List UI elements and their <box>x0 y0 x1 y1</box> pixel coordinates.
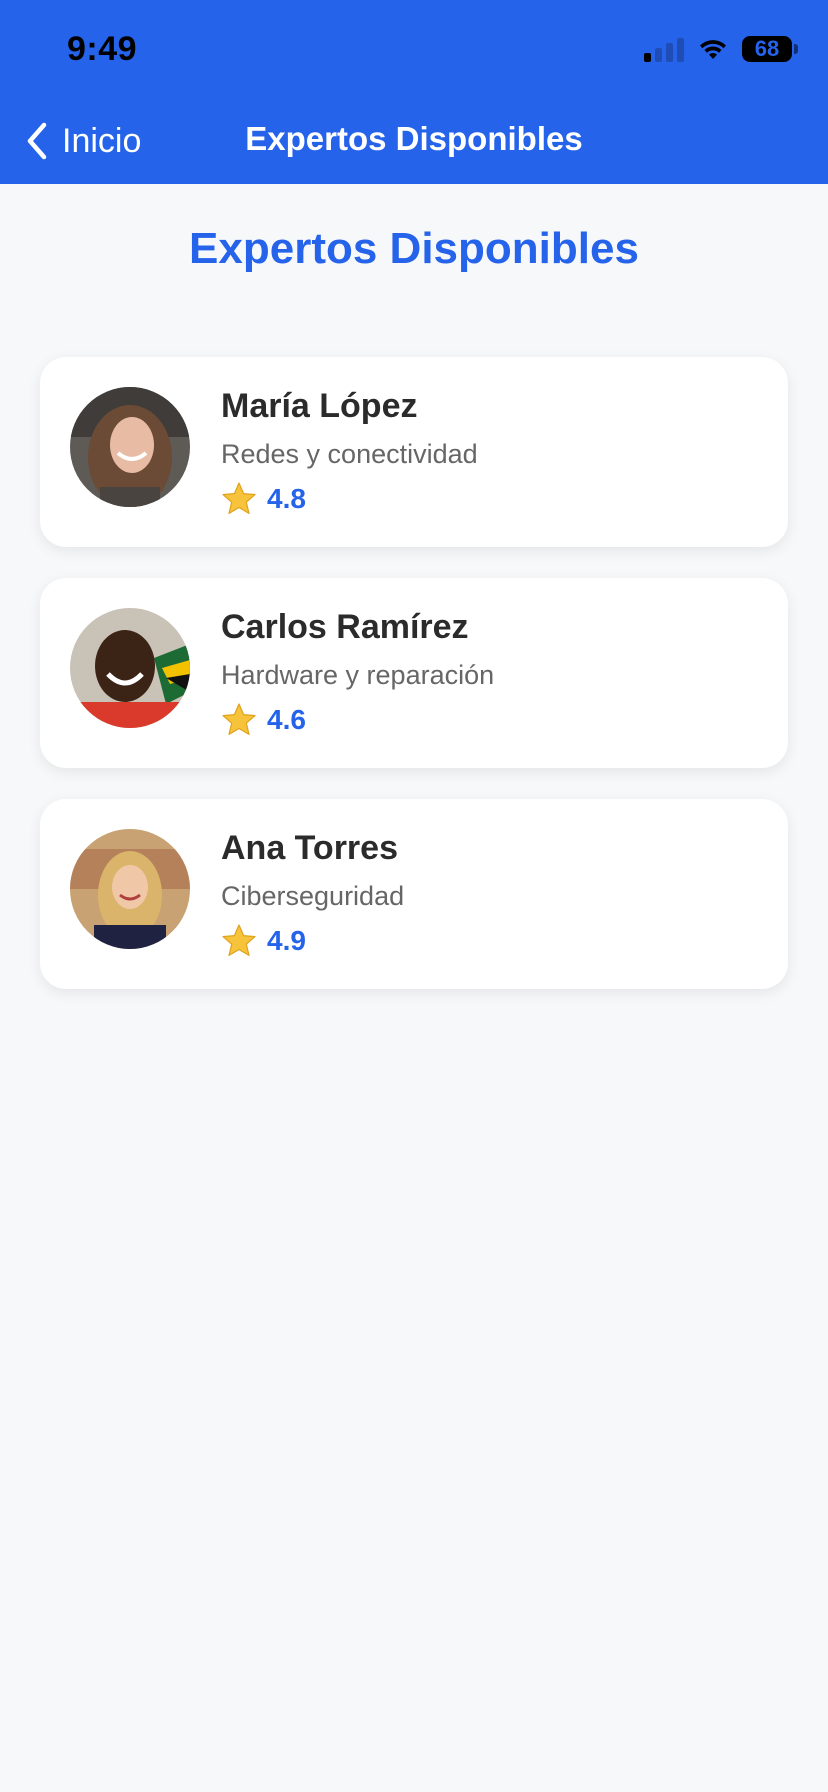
expert-card[interactable]: Carlos Ramírez Hardware y reparación 4.6 <box>40 578 788 768</box>
experts-list: María López Redes y conectividad 4.8 Car… <box>40 357 788 1020</box>
status-indicators: 68 <box>644 34 798 64</box>
avatar <box>70 829 190 949</box>
avatar <box>70 608 190 728</box>
avatar <box>70 387 190 507</box>
expert-name: María López <box>221 387 418 425</box>
star-icon <box>222 482 256 514</box>
expert-rating: 4.9 <box>221 923 306 959</box>
cellular-signal-icon <box>644 36 684 62</box>
expert-card[interactable]: Ana Torres Ciberseguridad 4.9 <box>40 799 788 989</box>
expert-name: Ana Torres <box>221 829 398 867</box>
top-bar: 9:49 68 Inicio Expertos Disponibles <box>0 0 828 184</box>
expert-rating: 4.8 <box>221 481 306 517</box>
expert-name: Carlos Ramírez <box>221 608 469 646</box>
nav-title-text: Expertos Disponibles <box>245 120 583 157</box>
wifi-icon <box>700 40 726 59</box>
battery-icon: 68 <box>742 36 798 62</box>
nav-title: Expertos Disponibles <box>0 120 828 158</box>
star-icon <box>222 924 256 956</box>
battery-level: 68 <box>754 36 780 61</box>
page-title: Expertos Disponibles <box>189 224 639 273</box>
rating-value: 4.6 <box>267 704 306 735</box>
expert-specialty: Redes y conectividad <box>221 439 478 469</box>
status-time: 9:49 <box>67 30 138 68</box>
expert-rating: 4.6 <box>221 702 306 738</box>
expert-specialty: Ciberseguridad <box>221 881 405 911</box>
star-icon <box>222 703 256 735</box>
rating-value: 4.8 <box>267 483 306 514</box>
expert-specialty: Hardware y reparación <box>221 660 495 690</box>
rating-value: 4.9 <box>267 925 306 956</box>
expert-card[interactable]: María López Redes y conectividad 4.8 <box>40 357 788 547</box>
